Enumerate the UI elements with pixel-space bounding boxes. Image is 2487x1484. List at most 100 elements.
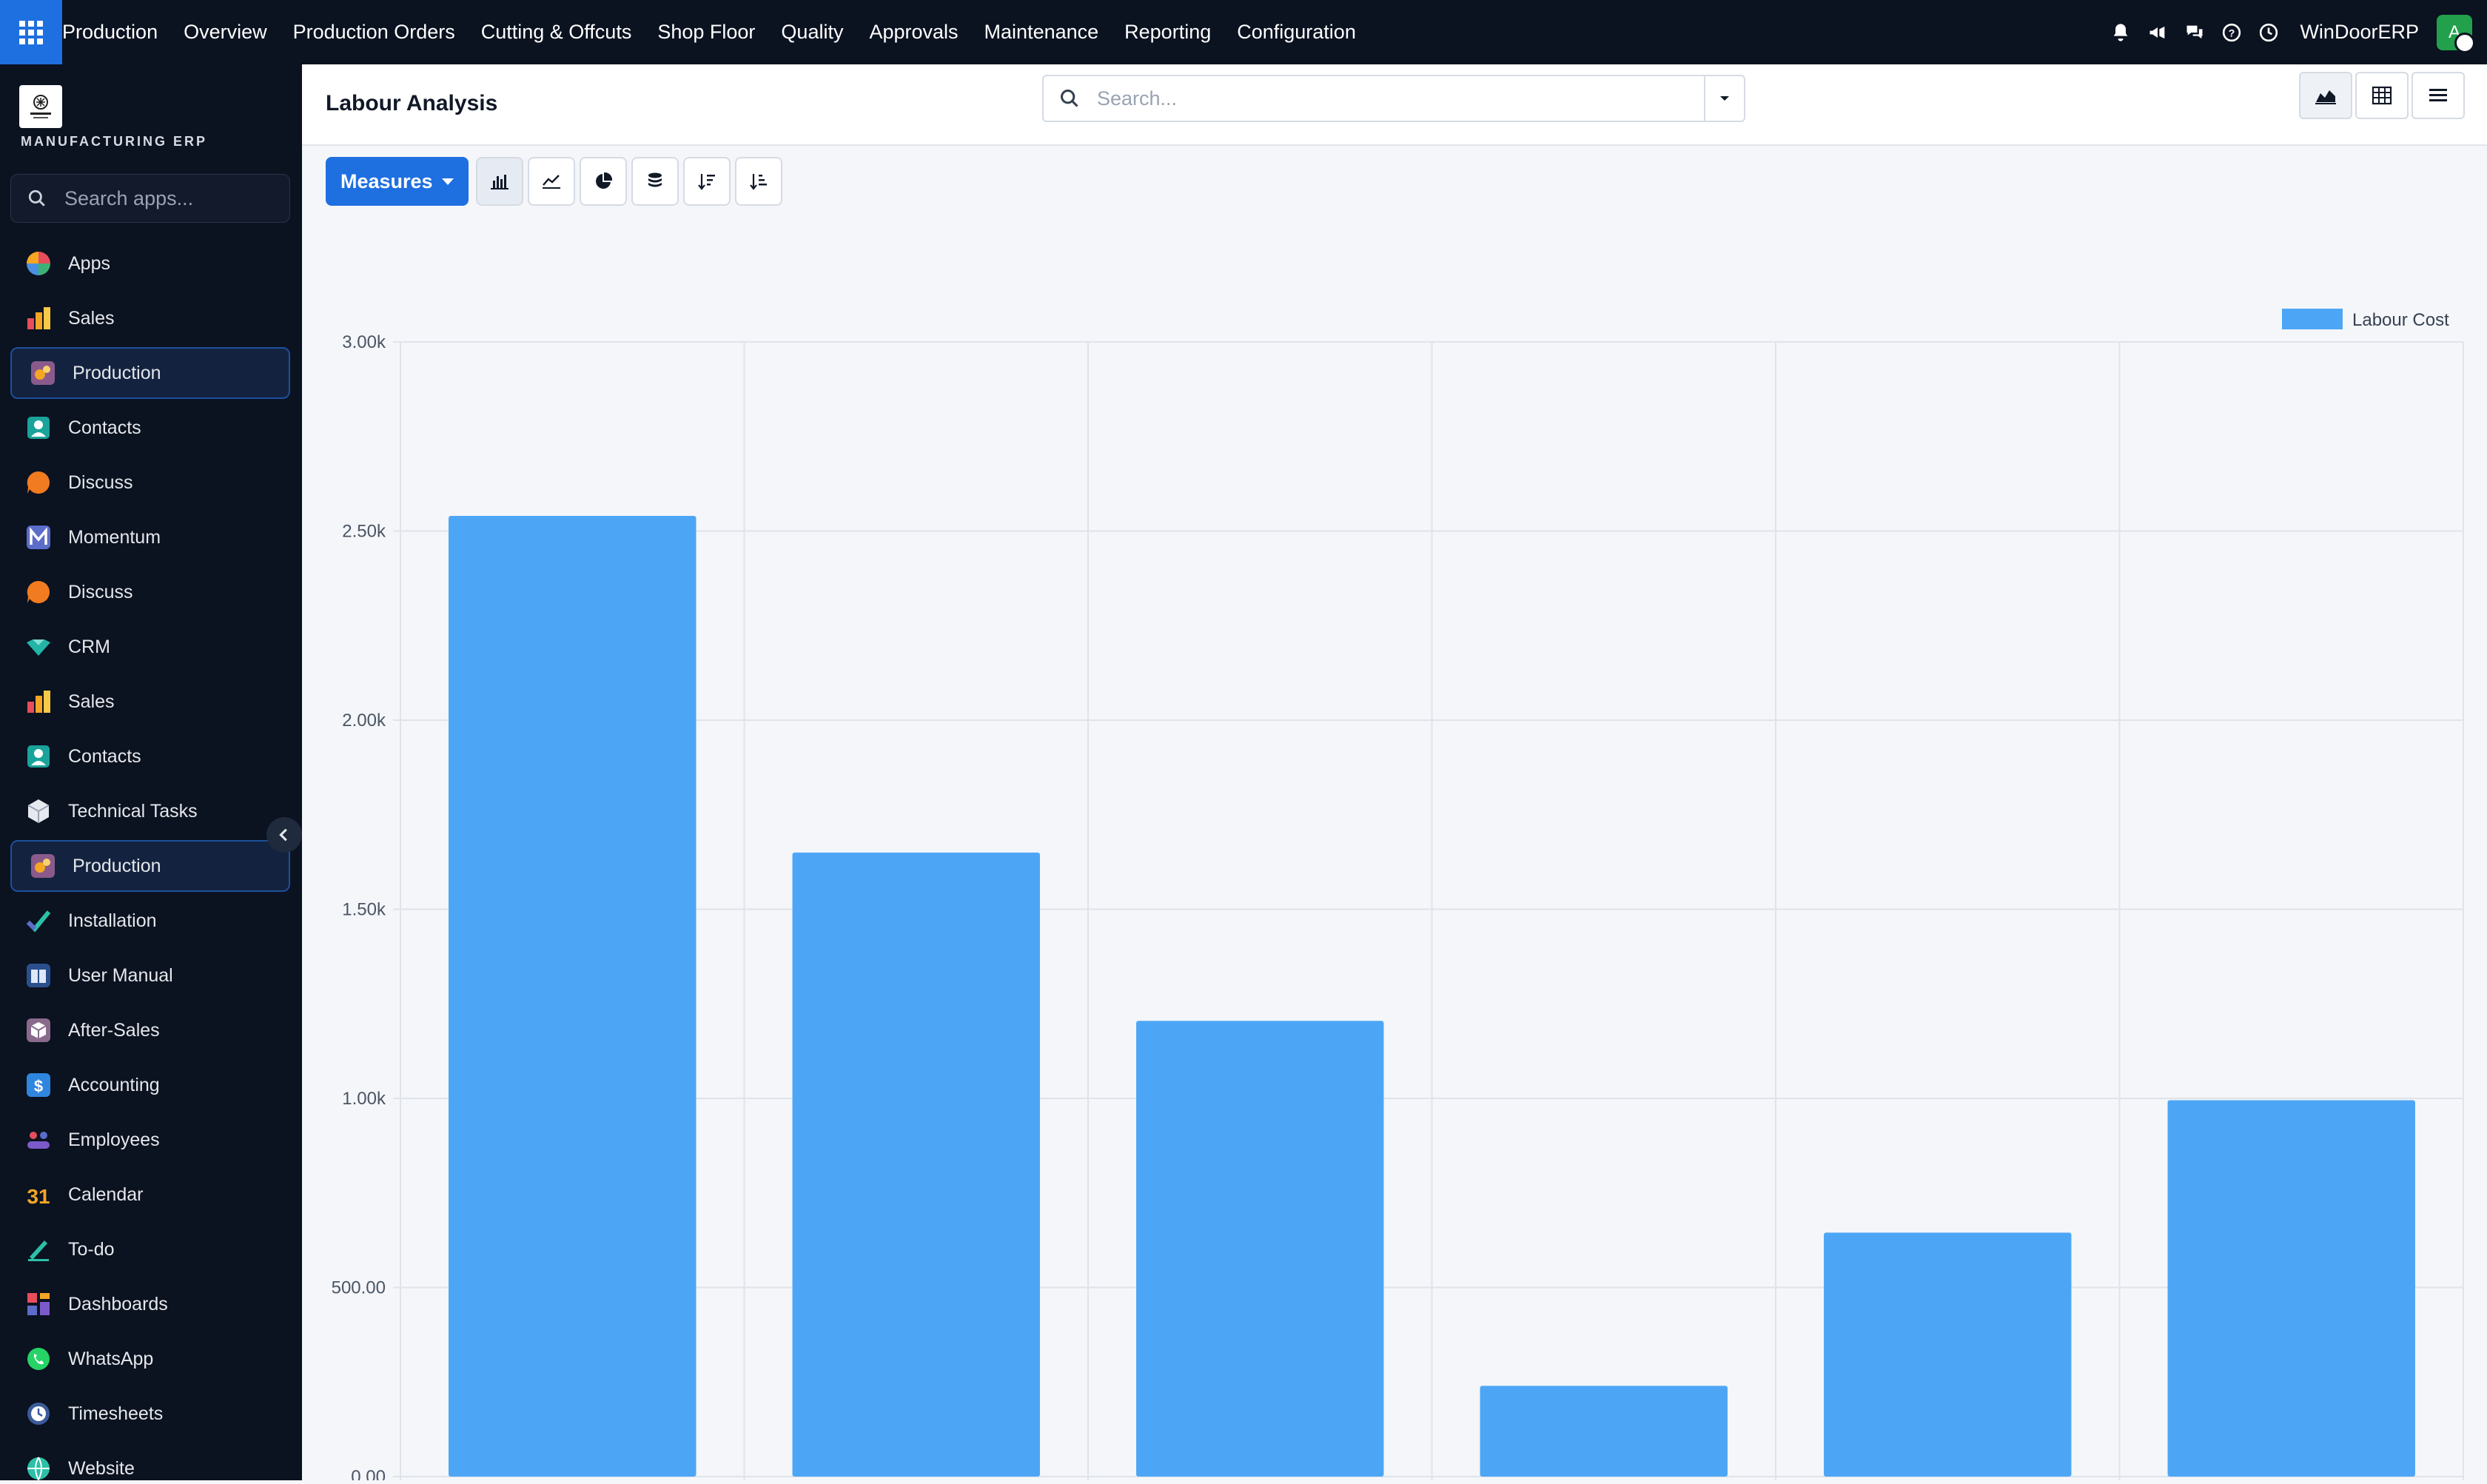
top-menu-reporting[interactable]: Reporting bbox=[1124, 21, 1211, 44]
sidebar-item-calendar[interactable]: 31 Calendar bbox=[10, 1169, 290, 1221]
technical-cube-icon bbox=[25, 798, 52, 825]
table-grid-icon bbox=[2372, 86, 2392, 105]
sidebar-item-employees[interactable]: Employees bbox=[10, 1114, 290, 1166]
bell-icon[interactable] bbox=[2103, 15, 2138, 50]
employees-group-icon bbox=[25, 1127, 52, 1153]
sort-ascending-icon bbox=[749, 174, 767, 190]
sort-ascending-button[interactable] bbox=[734, 157, 782, 206]
sidebar-item-apps[interactable]: Apps bbox=[10, 238, 290, 289]
sidebar-item-label: Timesheets bbox=[68, 1403, 164, 1424]
sidebar-item-label: Contacts bbox=[68, 745, 141, 767]
sidebar-item-accounting[interactable]: $ Accounting bbox=[10, 1059, 290, 1111]
measures-label: Measures bbox=[340, 169, 433, 192]
company-name[interactable]: WinDoorERP bbox=[2300, 21, 2419, 44]
top-menu-production-orders[interactable]: Production Orders bbox=[293, 21, 455, 44]
calendar-31-icon: 31 bbox=[25, 1181, 52, 1208]
sidebar-item-discuss-2[interactable]: Discuss bbox=[10, 566, 290, 618]
bar bbox=[449, 516, 697, 1477]
sidebar-item-label: User Manual bbox=[68, 964, 173, 986]
logo-emblem-icon bbox=[30, 95, 51, 118]
top-menu-configuration[interactable]: Configuration bbox=[1237, 21, 1356, 44]
momentum-m-icon bbox=[25, 524, 52, 551]
sidebar-item-momentum[interactable]: Momentum bbox=[10, 511, 290, 563]
pie-chart-button[interactable] bbox=[579, 157, 627, 206]
sidebar-item-production-2[interactable]: Production bbox=[10, 840, 290, 892]
pie-chart-icon bbox=[595, 172, 612, 189]
sidebar-item-label: Installation bbox=[68, 910, 157, 931]
sidebar-item-sales-2[interactable]: Sales bbox=[10, 676, 290, 728]
bar bbox=[1136, 1021, 1384, 1477]
legend-label: Labour Cost bbox=[2352, 310, 2449, 330]
search-icon bbox=[1044, 88, 1095, 109]
y-tick-label: 1.50k bbox=[342, 900, 386, 920]
chat-bubbles-icon[interactable] bbox=[2177, 15, 2212, 50]
sidebar-item-to-do[interactable]: To-do bbox=[10, 1223, 290, 1275]
database-stack-icon bbox=[648, 172, 662, 187]
sort-descending-button[interactable] bbox=[682, 157, 731, 206]
sidebar-item-installation[interactable]: Installation bbox=[10, 895, 290, 947]
line-chart-button[interactable] bbox=[527, 157, 575, 206]
top-app-name[interactable]: Production bbox=[62, 21, 158, 44]
search-bar bbox=[1042, 75, 1745, 122]
top-menu-overview[interactable]: Overview bbox=[184, 21, 267, 44]
sidebar-item-contacts[interactable]: Contacts bbox=[10, 402, 290, 454]
search-options-toggle[interactable] bbox=[1704, 76, 1744, 121]
stacked-button[interactable] bbox=[631, 157, 679, 206]
app-search-input[interactable] bbox=[63, 186, 281, 211]
crm-handshake-icon bbox=[25, 634, 52, 660]
sidebar-item-label: Website bbox=[68, 1457, 135, 1479]
top-menu-maintenance[interactable]: Maintenance bbox=[984, 21, 1099, 44]
accounting-dollar-icon: $ bbox=[25, 1072, 52, 1098]
top-menu-quality[interactable]: Quality bbox=[781, 21, 843, 44]
collapse-sidebar-button[interactable] bbox=[266, 817, 302, 853]
top-menu-cutting-offcuts[interactable]: Cutting & Offcuts bbox=[481, 21, 632, 44]
bar bbox=[792, 852, 1040, 1477]
sidebar-item-label: Employees bbox=[68, 1129, 160, 1150]
production-icon bbox=[30, 360, 56, 386]
caret-down-icon bbox=[1720, 96, 1729, 101]
search-icon bbox=[11, 189, 63, 208]
list-lines-icon bbox=[2429, 89, 2447, 101]
avatar[interactable]: A bbox=[2437, 14, 2475, 53]
help-icon[interactable]: ? bbox=[2214, 15, 2249, 50]
sidebar-item-user-manual[interactable]: User Manual bbox=[10, 950, 290, 1001]
sidebar-item-technical-tasks[interactable]: Technical Tasks bbox=[10, 785, 290, 837]
sidebar-item-label: Accounting bbox=[68, 1074, 160, 1095]
company-logo[interactable] bbox=[19, 85, 62, 128]
production-icon bbox=[30, 853, 56, 879]
clock-icon[interactable] bbox=[2251, 15, 2286, 50]
pivot-view-button[interactable] bbox=[2355, 72, 2409, 119]
sidebar-item-timesheets[interactable]: Timesheets bbox=[10, 1388, 290, 1440]
sidebar-item-discuss[interactable]: Discuss bbox=[10, 457, 290, 508]
top-menu-approvals[interactable]: Approvals bbox=[869, 21, 958, 44]
sidebar-item-whatsapp[interactable]: WhatsApp bbox=[10, 1333, 290, 1385]
megaphone-icon[interactable] bbox=[2140, 15, 2175, 50]
legend-swatch bbox=[2282, 309, 2343, 329]
measures-dropdown[interactable]: Measures bbox=[326, 157, 469, 206]
sidebar-item-contacts-2[interactable]: Contacts bbox=[10, 731, 290, 782]
sidebar-item-dashboards[interactable]: Dashboards bbox=[10, 1278, 290, 1330]
bar-chart-icon bbox=[490, 175, 509, 189]
app-menu-button[interactable] bbox=[0, 0, 62, 64]
sidebar-item-label: To-do bbox=[68, 1238, 115, 1260]
sidebar-item-crm[interactable]: CRM bbox=[10, 621, 290, 673]
sidebar-item-label: Discuss bbox=[68, 471, 133, 493]
graph-view-button[interactable] bbox=[2299, 72, 2352, 119]
sidebar-item-label: Discuss bbox=[68, 581, 133, 602]
sidebar-item-website[interactable]: Website bbox=[10, 1443, 290, 1480]
main-content: Labour Analysis Measures bbox=[302, 64, 2487, 1484]
labour-cost-bar-chart: 0.00500.001.00k1.50k2.00k2.50k3.00kBilal… bbox=[332, 309, 2464, 1484]
top-menu-shop-floor[interactable]: Shop Floor bbox=[657, 21, 755, 44]
sidebar-item-after-sales[interactable]: After-Sales bbox=[10, 1004, 290, 1056]
page-title: Labour Analysis bbox=[326, 91, 498, 115]
sidebar-item-sales[interactable]: Sales bbox=[10, 292, 290, 344]
list-view-button[interactable] bbox=[2412, 72, 2465, 119]
bar-chart-button[interactable] bbox=[475, 157, 523, 206]
y-tick-label: 500.00 bbox=[332, 1278, 386, 1298]
sidebar-item-label: Contacts bbox=[68, 417, 141, 438]
search-input[interactable] bbox=[1095, 86, 1704, 111]
sidebar-item-label: Production bbox=[73, 855, 161, 876]
sidebar-item-production[interactable]: Production bbox=[10, 347, 290, 399]
bar bbox=[1480, 1386, 1728, 1477]
y-tick-label: 2.00k bbox=[342, 711, 386, 731]
